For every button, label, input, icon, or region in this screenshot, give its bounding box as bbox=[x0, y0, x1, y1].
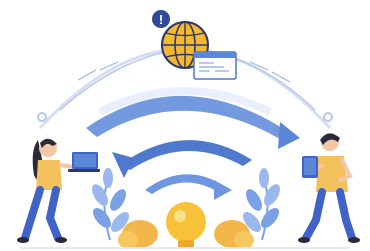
wifi-arc-medium bbox=[120, 140, 252, 170]
tablet-icon bbox=[302, 156, 318, 178]
illustration-canvas: ! bbox=[17, 10, 360, 249]
person-left bbox=[17, 138, 82, 243]
arc-node-left bbox=[37, 112, 47, 122]
network-illustration: ! bbox=[0, 0, 370, 251]
arc-node-right bbox=[323, 112, 333, 122]
wifi-arc-small bbox=[145, 174, 226, 194]
alert-badge-text: ! bbox=[159, 12, 163, 27]
laptop-icon bbox=[68, 152, 100, 172]
light-bulb-icon bbox=[166, 202, 206, 248]
alert-icon: ! bbox=[152, 10, 170, 28]
person-right bbox=[298, 133, 360, 243]
browser-window-icon bbox=[193, 51, 237, 80]
